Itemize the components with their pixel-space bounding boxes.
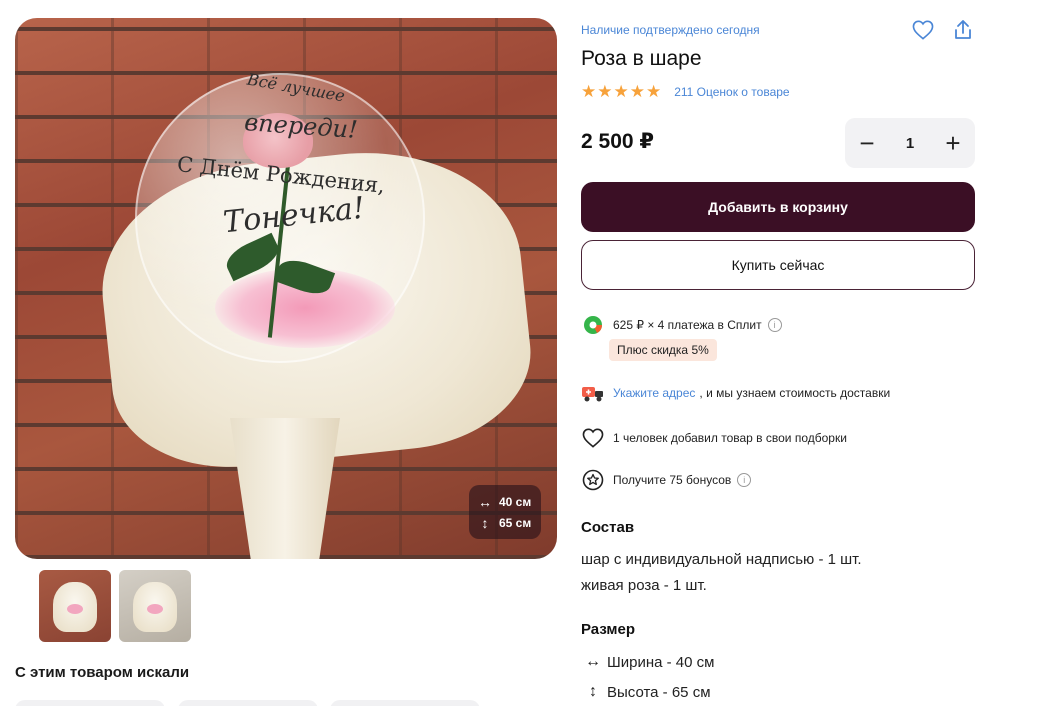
composition-title: Состав: [581, 519, 635, 536]
composition-item: живая роза - 1 шт.: [581, 577, 707, 594]
size-title: Размер: [581, 621, 636, 638]
address-link[interactable]: Укажите адрес: [613, 386, 695, 400]
info-icon[interactable]: i: [737, 473, 752, 487]
split-logo-icon: [581, 313, 605, 337]
product-photo[interactable]: Всё лучшее впереди! С Днём Рождения, Тон…: [15, 18, 557, 559]
related-chip[interactable]: [178, 700, 318, 706]
thumbnail-2[interactable]: [119, 570, 191, 642]
size-height-line: ↕ Высота - 65 см: [584, 683, 711, 701]
add-to-cart-button[interactable]: Добавить в корзину: [581, 182, 975, 232]
width-arrow-icon: ↔: [585, 653, 601, 670]
wrapping-cone: [230, 418, 340, 559]
collections-text: 1 человек добавил товар в свои подборки: [613, 431, 847, 445]
size-width-line: ↔ Ширина - 40 см: [584, 653, 714, 671]
bonus-star-icon: [581, 468, 605, 492]
share-icon: [955, 20, 971, 39]
delivery-text: , и мы узнаем стоимость доставки: [699, 386, 891, 400]
increase-button[interactable]: +: [939, 128, 967, 158]
heart-outline-icon: [581, 426, 605, 450]
delivery-row: Укажите адрес , и мы узнаем стоимость до…: [581, 381, 890, 405]
price: 2 500 ₽: [581, 130, 654, 153]
split-text: 625 ₽ × 4 платежа в Сплит: [613, 318, 762, 332]
rating: ★★★★★ 211 Оценок о товаре: [581, 82, 790, 102]
size-height-text: Высота - 65 см: [607, 683, 711, 701]
star-rating-icon: ★★★★★: [581, 82, 663, 101]
related-title: С этим товаром искали: [15, 664, 190, 681]
quantity-stepper: − 1 +: [845, 118, 975, 168]
share-button[interactable]: [950, 17, 976, 43]
availability-status: Наличие подтверждено сегодня: [581, 23, 760, 37]
height-arrow-icon: ↕: [589, 683, 597, 700]
related-chip[interactable]: [15, 700, 165, 706]
size-width: 40 см: [499, 494, 532, 509]
size-badge: ↔ 40 см ↕ 65 см: [469, 485, 541, 539]
height-arrow-icon: ↕: [481, 514, 489, 531]
thumbnail-1[interactable]: [39, 570, 111, 642]
width-arrow-icon: ↔: [478, 493, 492, 510]
bonuses-text: Получите 75 бонусов: [613, 473, 732, 487]
discount-badge: Плюс скидка 5%: [609, 339, 717, 361]
buy-now-button[interactable]: Купить сейчас: [581, 240, 975, 290]
collections-row: 1 человек добавил товар в свои подборки: [581, 426, 847, 450]
split-payment-row[interactable]: 625 ₽ × 4 платежа в Сплит i: [581, 313, 782, 337]
delivery-truck-icon: [581, 381, 605, 405]
composition-item: шар с индивидуальной надписью - 1 шт.: [581, 551, 862, 568]
product-title: Роза в шаре: [581, 47, 702, 70]
heart-icon: [912, 20, 934, 40]
decrease-button[interactable]: −: [853, 128, 881, 158]
quantity-value: 1: [905, 134, 915, 152]
info-icon[interactable]: i: [767, 318, 782, 332]
bonuses-row[interactable]: Получите 75 бонусов i: [581, 468, 752, 492]
size-height: 65 см: [499, 515, 532, 530]
size-width-text: Ширина - 40 см: [607, 653, 715, 671]
related-chip[interactable]: [330, 700, 480, 706]
reviews-link[interactable]: 211 Оценок о товаре: [674, 85, 789, 99]
favorite-button[interactable]: [910, 17, 936, 43]
